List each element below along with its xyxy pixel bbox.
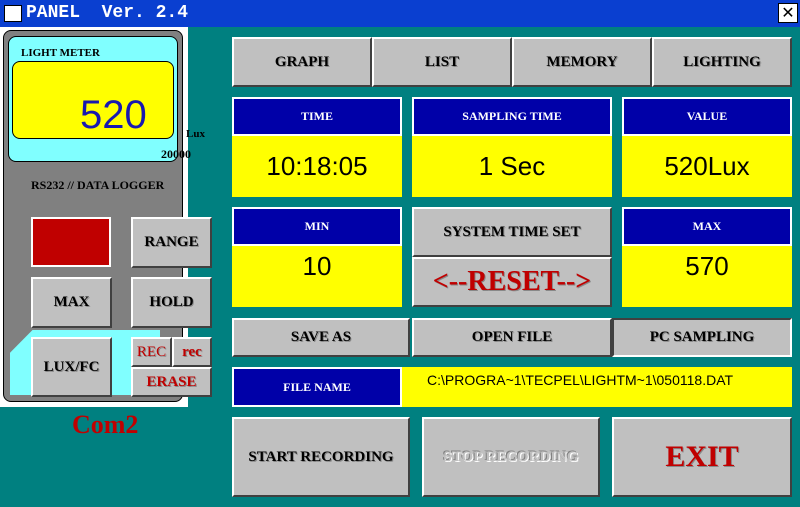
meter-subtitle: RS232 // DATA LOGGER (31, 178, 165, 192)
min-value: 10 (232, 246, 402, 307)
hold-button[interactable]: HOLD (131, 277, 212, 328)
range-button[interactable]: RANGE (131, 217, 212, 268)
sampling-time-label: SAMPLING TIME (412, 97, 612, 136)
max-label: MAX (622, 207, 792, 246)
com-port-label: Com2 (72, 410, 139, 439)
max-button[interactable]: MAX (31, 277, 112, 328)
title-bar: PANEL Ver. 2.4 ✕ (0, 0, 800, 27)
pc-sampling-button[interactable]: PC SAMPLING (612, 318, 792, 357)
lux-fc-button[interactable]: LUX/FC (31, 337, 112, 397)
tab-memory[interactable]: MEMORY (512, 37, 652, 87)
window-title: PANEL Ver. 2.4 (26, 3, 189, 23)
reset-button[interactable]: <--RESET--> (412, 257, 612, 307)
exit-button[interactable]: EXIT (612, 417, 792, 497)
min-label: MIN (232, 207, 402, 246)
erase-button[interactable]: ERASE (131, 367, 212, 397)
meter-label: LIGHT METER (21, 47, 100, 59)
meter-unit: Lux (186, 128, 205, 140)
tab-graph[interactable]: GRAPH (232, 37, 372, 87)
sampling-time-value: 1 Sec (412, 136, 612, 197)
meter-reading: 520 (80, 93, 147, 137)
start-recording-button[interactable]: START RECORDING (232, 417, 410, 497)
meter-range: 20000 (161, 147, 191, 161)
close-button[interactable]: ✕ (778, 3, 798, 23)
open-file-button[interactable]: OPEN FILE (412, 318, 612, 357)
rec-button[interactable]: REC (131, 337, 172, 367)
max-value: 570 (622, 246, 792, 307)
time-value: 10:18:05 (232, 136, 402, 197)
value-value: 520Lux (622, 136, 792, 197)
file-name-value: C:\PROGRA~1\TECPEL\LIGHTM~1\050118.DAT (402, 367, 792, 407)
time-label: TIME (232, 97, 402, 136)
tab-list[interactable]: LIST (372, 37, 512, 87)
save-as-button[interactable]: SAVE AS (232, 318, 410, 357)
stop-recording-button[interactable]: STOP RECORDING (422, 417, 600, 497)
system-time-set-button[interactable]: SYSTEM TIME SET (412, 207, 612, 257)
rec-small-button[interactable]: rec (172, 337, 212, 367)
app-icon (4, 5, 22, 22)
status-indicator (31, 217, 111, 267)
value-label: VALUE (622, 97, 792, 136)
file-name-label: FILE NAME (232, 367, 402, 407)
tab-lighting[interactable]: LIGHTING (652, 37, 792, 87)
